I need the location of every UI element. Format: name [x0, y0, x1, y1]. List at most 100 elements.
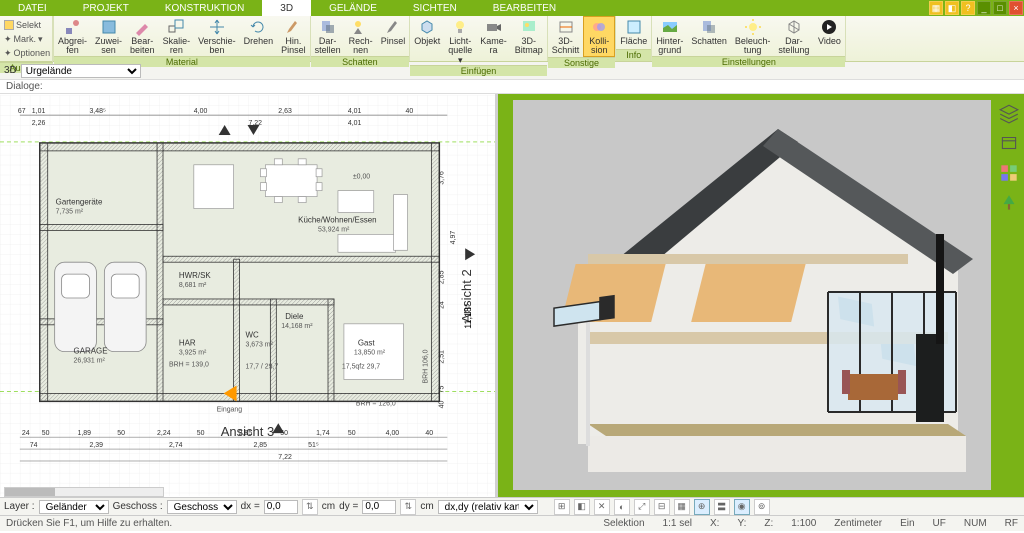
optionen-toggle[interactable]: ✦Optionen	[4, 46, 48, 60]
svg-text:40: 40	[438, 400, 445, 408]
group-einstellungen: Einstellungen	[652, 56, 845, 67]
rechnen-button[interactable]: Rech- nen	[345, 16, 377, 56]
group-schatten: Schatten	[311, 56, 410, 67]
toolbar-icon-8[interactable]: ⊕	[694, 499, 710, 515]
tab-3d[interactable]: 3D	[262, 0, 311, 16]
group-sonstige: Sonstige	[548, 57, 616, 68]
horizontal-scrollbar[interactable]	[4, 487, 164, 497]
status-uf: UF	[933, 518, 946, 529]
geschoss-select[interactable]: Geschoss S	[167, 500, 237, 514]
3d-side-tools	[998, 102, 1020, 214]
toolbar-icon-3[interactable]: ✕	[594, 499, 610, 515]
mode-3d-label: 3D	[4, 65, 17, 76]
furniture-icon[interactable]	[998, 132, 1020, 154]
status-selektion: Selektion	[603, 518, 644, 529]
toolbar-icon-6[interactable]: ⊟	[654, 499, 670, 515]
svg-text:HWR/SK: HWR/SK	[179, 271, 211, 280]
help-text: Drücken Sie F1, um Hilfe zu erhalten.	[6, 518, 172, 529]
dx-stepper[interactable]: ⇅	[302, 499, 318, 515]
svg-text:2,39: 2,39	[89, 442, 103, 449]
geschoss-label: Geschoss :	[113, 501, 163, 512]
terrain-dropdown[interactable]: Urgelände	[21, 64, 141, 78]
tab-gelaende[interactable]: GELÄNDE	[311, 0, 395, 16]
minimize-button[interactable]: _	[977, 1, 991, 15]
dy-input[interactable]	[362, 500, 396, 514]
selekt-toggle[interactable]: Selekt	[4, 18, 48, 32]
svg-text:40: 40	[406, 108, 414, 115]
svg-text:GARAGE: GARAGE	[74, 347, 108, 356]
abgreifen-button[interactable]: Abgrei- fen	[54, 16, 91, 56]
maximize-button[interactable]: □	[993, 1, 1007, 15]
kamera-button[interactable]: Kame- ra	[476, 16, 511, 65]
window-icon-1[interactable]: ▦	[929, 1, 943, 15]
status-num: NUM	[964, 518, 987, 529]
3d-bitmap-button[interactable]: 3D- Bitmap	[511, 16, 547, 65]
dx-input[interactable]	[264, 500, 298, 514]
svg-text:Diele: Diele	[285, 312, 304, 321]
svg-text:Küche/Wohnen/Essen: Küche/Wohnen/Essen	[298, 215, 376, 224]
pinsel-button[interactable]: Pinsel	[377, 16, 410, 56]
svg-text:Eingang: Eingang	[217, 406, 243, 413]
layer-label: Layer :	[4, 501, 35, 512]
dy-stepper[interactable]: ⇅	[400, 499, 416, 515]
lichtquelle-button[interactable]: Licht- quelle▾	[444, 16, 476, 65]
toolbar-icon-7[interactable]: ▦	[674, 499, 690, 515]
svg-text:67: 67	[18, 108, 26, 115]
svg-text:2,85: 2,85	[253, 442, 267, 449]
zuweisen-button[interactable]: Zuwei- sen	[91, 16, 126, 56]
kollision-button[interactable]: Kolli- sion	[583, 16, 615, 57]
plan-view-2d[interactable]: Gartengeräte 7,735 m² GARAGE 26,931 m² H…	[0, 94, 498, 497]
drehen-button[interactable]: Drehen	[240, 16, 278, 56]
objekt-button[interactable]: Objekt	[410, 16, 444, 65]
layer-select[interactable]: Geländer	[39, 500, 109, 514]
svg-text:1,01: 1,01	[32, 108, 46, 115]
toolbar-icon-2[interactable]: ◧	[574, 499, 590, 515]
schatten-einst-button[interactable]: Schatten	[687, 16, 731, 56]
coord-mode-select[interactable]: dx,dy (relativ kartesisch)	[438, 500, 538, 514]
darstellen-button[interactable]: Dar- stellen	[311, 16, 345, 56]
svg-text:26,931 m²: 26,931 m²	[74, 358, 106, 365]
svg-text:2,24: 2,24	[157, 430, 171, 437]
hintergrund-button[interactable]: Hinter- grund	[652, 16, 687, 56]
3d-schnitt-button[interactable]: 3D- Schnitt	[548, 16, 584, 57]
tab-sichten[interactable]: SICHTEN	[395, 0, 475, 16]
tree-icon[interactable]	[998, 192, 1020, 214]
close-button[interactable]: ×	[1009, 1, 1023, 15]
status-unit: Zentimeter	[834, 518, 882, 529]
darstellung-button[interactable]: Dar- stellung	[774, 16, 813, 56]
layers-icon[interactable]	[998, 102, 1020, 124]
tab-bearbeiten[interactable]: BEARBEITEN	[475, 0, 574, 16]
flaeche-button[interactable]: Fläche	[616, 16, 651, 49]
svg-text:51⁵: 51⁵	[308, 442, 319, 449]
video-button[interactable]: Video	[813, 16, 845, 56]
svg-text:50: 50	[348, 430, 356, 437]
window-icon-2[interactable]: ◧	[945, 1, 959, 15]
toolbar-icon-11[interactable]: ⊚	[754, 499, 770, 515]
svg-text:75: 75	[438, 386, 445, 394]
skalieren-button[interactable]: Skalie- ren	[159, 16, 195, 56]
dy-label: dy =	[339, 501, 358, 512]
verschieben-button[interactable]: Verschie- ben	[194, 16, 240, 56]
group-einfuegen: Einfügen	[410, 65, 547, 76]
mark-toggle[interactable]: ✦Mark.▾	[4, 32, 48, 46]
beleuchtung-button[interactable]: Beleuch- tung	[731, 16, 775, 56]
toolbar-icon-5[interactable]: ⤢	[634, 499, 650, 515]
toolbar-icon-4[interactable]: ◐	[614, 499, 630, 515]
bearbeiten-button[interactable]: Bear- beiten	[126, 16, 159, 56]
window-icon-3[interactable]: ?	[961, 1, 975, 15]
toolbar-icon-1[interactable]: ⊞	[554, 499, 570, 515]
3d-view[interactable]	[498, 94, 1024, 497]
palette-icon[interactable]	[998, 162, 1020, 184]
dialogs-bar: Dialoge:	[0, 80, 1024, 94]
toolbar-icon-10[interactable]: ◉	[734, 499, 750, 515]
tab-datei[interactable]: DATEI	[0, 0, 65, 16]
hintergrund-pinsel-button[interactable]: Hin. Pinsel	[277, 16, 310, 56]
tab-projekt[interactable]: PROJEKT	[65, 0, 147, 16]
svg-text:2,51: 2,51	[438, 350, 445, 364]
cm-label-2: cm	[420, 501, 433, 512]
svg-text:13,850 m²: 13,850 m²	[354, 350, 386, 357]
svg-text:4,00: 4,00	[194, 108, 208, 115]
toolbar-icon-9[interactable]: 〓	[714, 499, 730, 515]
tab-konstruktion[interactable]: KONSTRUKTION	[147, 0, 262, 16]
status-bar: Drücken Sie F1, um Hilfe zu erhalten. Se…	[0, 515, 1024, 531]
